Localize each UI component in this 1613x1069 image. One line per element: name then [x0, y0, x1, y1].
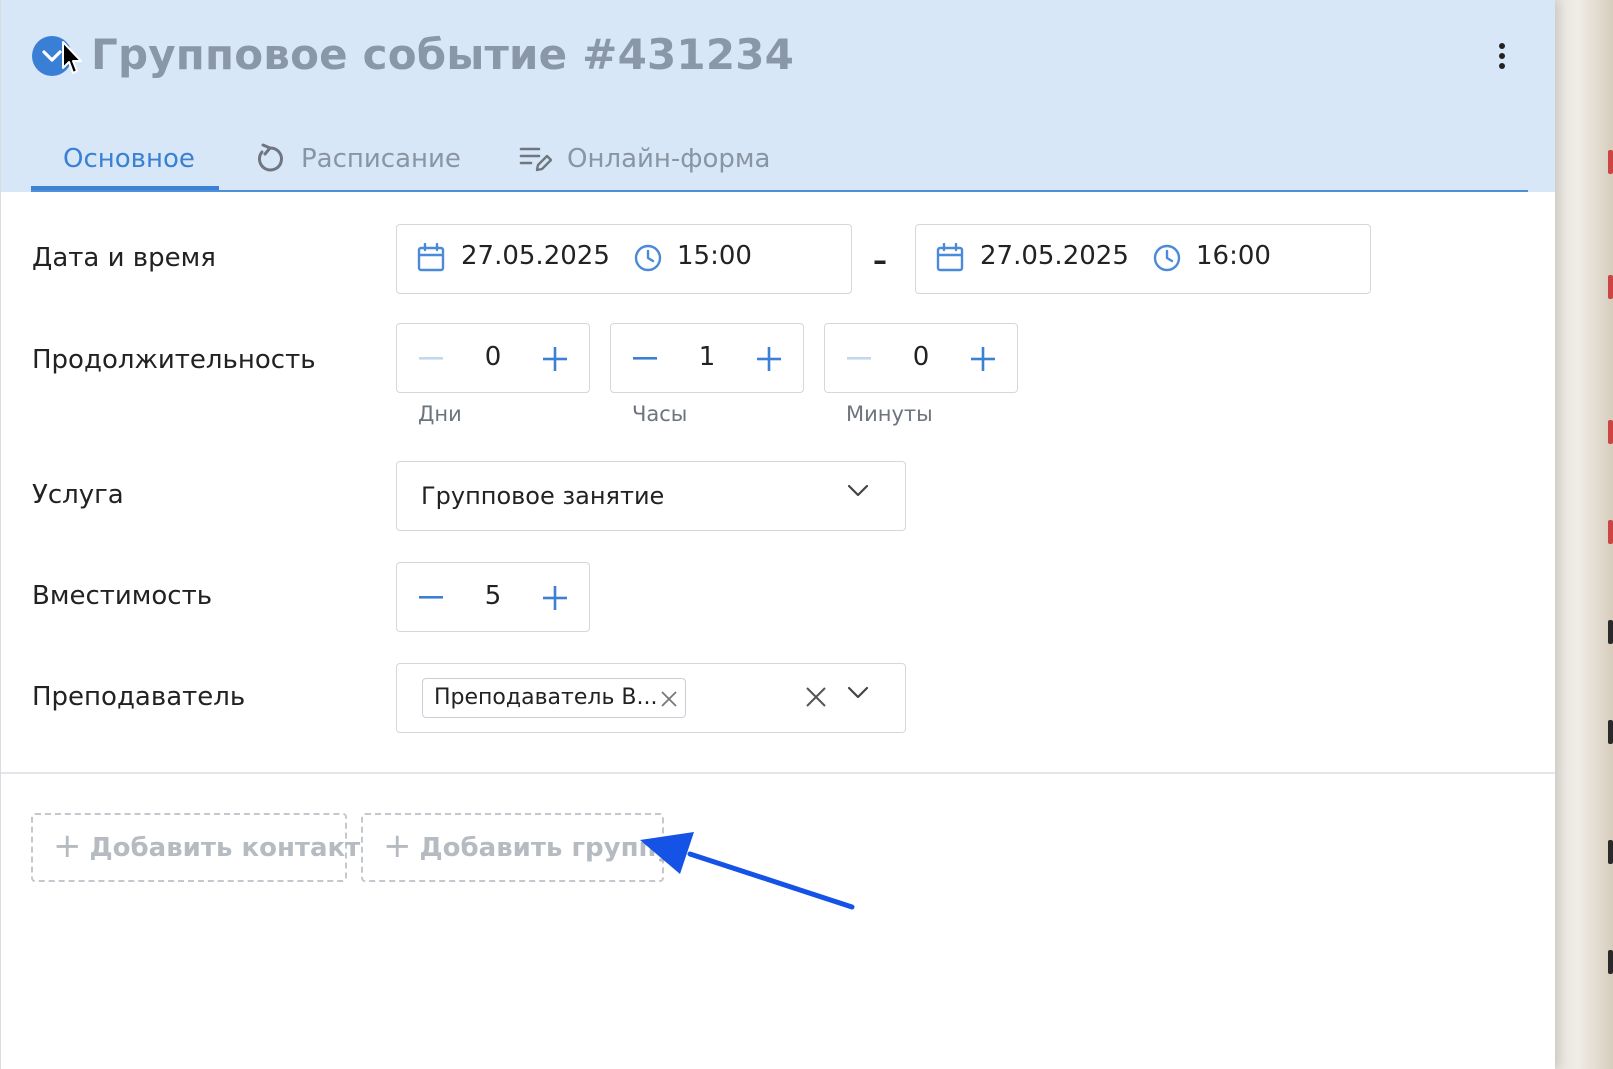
- teacher-chip-label: Преподаватель В...: [434, 685, 658, 710]
- end-time-value: 16:00: [1196, 241, 1271, 271]
- minus-icon: [419, 357, 443, 360]
- strip-mark: [1608, 420, 1613, 444]
- refresh-icon: [253, 142, 287, 176]
- increment-button[interactable]: [963, 339, 1003, 379]
- strip-mark: [1608, 275, 1613, 299]
- hours-caption: Часы: [632, 402, 688, 426]
- end-datetime-field[interactable]: 27.05.2025 16:00: [915, 224, 1371, 294]
- service-select[interactable]: Групповое занятие: [396, 461, 906, 531]
- minutes-caption: Минуты: [846, 402, 933, 426]
- teacher-select[interactable]: Преподаватель В...: [396, 663, 906, 733]
- form-edit-icon: [519, 144, 553, 174]
- plus-icon: [971, 347, 995, 371]
- tab-main[interactable]: Основное: [63, 128, 195, 190]
- end-date-value: 27.05.2025: [980, 241, 1129, 271]
- strip-mark: [1608, 620, 1613, 644]
- plus-icon: [757, 347, 781, 371]
- page-title: Групповое событие #431234: [91, 30, 795, 79]
- calendar-icon: [417, 243, 445, 272]
- start-datetime-field[interactable]: 27.05.2025 15:00: [396, 224, 852, 294]
- strip-mark: [1608, 950, 1613, 974]
- add-contact-button[interactable]: + Добавить контакт: [31, 813, 360, 882]
- strip-mark: [1608, 840, 1613, 864]
- duration-minutes-stepper: 0: [824, 323, 1018, 393]
- teacher-chip: Преподаватель В...: [422, 678, 686, 718]
- increment-button[interactable]: [535, 578, 575, 618]
- dot: [1499, 43, 1505, 49]
- stepper-value: 0: [912, 342, 930, 372]
- duration-label: Продолжительность: [32, 345, 316, 375]
- capacity-label: Вместимость: [32, 581, 213, 611]
- decrement-button[interactable]: [411, 339, 451, 379]
- decrement-button[interactable]: [625, 339, 665, 379]
- header-divider: [31, 190, 1528, 192]
- teacher-label: Преподаватель: [32, 682, 246, 712]
- minus-icon: [633, 357, 657, 360]
- add-contact-label: Добавить контакт: [89, 832, 361, 863]
- minus-icon: [847, 357, 871, 360]
- strip-mark: [1608, 520, 1613, 544]
- duration-hours-stepper: 1: [610, 323, 804, 393]
- days-caption: Дни: [418, 402, 462, 426]
- range-separator: –: [873, 244, 887, 277]
- start-time-value: 15:00: [677, 241, 752, 271]
- increment-button[interactable]: [749, 339, 789, 379]
- chevron-down-icon: [42, 50, 62, 62]
- add-group-label: Добавить группу: [419, 832, 674, 863]
- decrement-button[interactable]: [411, 578, 451, 618]
- background-window-strip: [1554, 0, 1613, 1069]
- calendar-icon: [936, 243, 964, 272]
- chevron-down-icon[interactable]: [847, 484, 869, 498]
- tab-online-form[interactable]: Онлайн-форма: [519, 128, 770, 190]
- strip-mark: [1608, 720, 1613, 744]
- service-value: Групповое занятие: [421, 482, 665, 510]
- service-label: Услуга: [32, 480, 124, 510]
- tab-schedule[interactable]: Расписание: [253, 128, 461, 190]
- section-divider: [1, 772, 1555, 774]
- stepper-value: 0: [484, 342, 502, 372]
- plus-icon: +: [383, 825, 412, 866]
- tab-label: Онлайн-форма: [567, 144, 771, 174]
- decrement-button[interactable]: [839, 339, 879, 379]
- clock-icon: [1153, 244, 1181, 272]
- event-panel: Групповое событие #431234 Основное Распи…: [0, 0, 1555, 1069]
- plus-icon: [543, 347, 567, 371]
- remove-chip-icon[interactable]: [660, 690, 678, 708]
- more-options-button[interactable]: [1489, 40, 1515, 74]
- chevron-down-icon[interactable]: [847, 686, 869, 700]
- start-date-value: 27.05.2025: [461, 241, 610, 271]
- plus-icon: [543, 586, 567, 610]
- strip-mark: [1608, 150, 1613, 174]
- panel-header: Групповое событие #431234 Основное Распи…: [1, 0, 1555, 192]
- plus-icon: +: [53, 825, 82, 866]
- dot: [1499, 53, 1505, 59]
- increment-button[interactable]: [535, 339, 575, 379]
- stepper-value: 1: [698, 342, 716, 372]
- clear-icon[interactable]: [805, 686, 827, 708]
- tab-label: Расписание: [301, 144, 461, 174]
- tab-label: Основное: [63, 144, 195, 174]
- minus-icon: [419, 596, 443, 599]
- datetime-label: Дата и время: [32, 243, 216, 273]
- capacity-stepper: 5: [396, 562, 590, 632]
- add-group-button[interactable]: + Добавить группу: [361, 813, 673, 882]
- mouse-cursor-icon: [62, 41, 82, 74]
- clock-icon: [634, 244, 662, 272]
- dot: [1499, 63, 1505, 69]
- duration-days-stepper: 0: [396, 323, 590, 393]
- stepper-value: 5: [484, 581, 502, 611]
